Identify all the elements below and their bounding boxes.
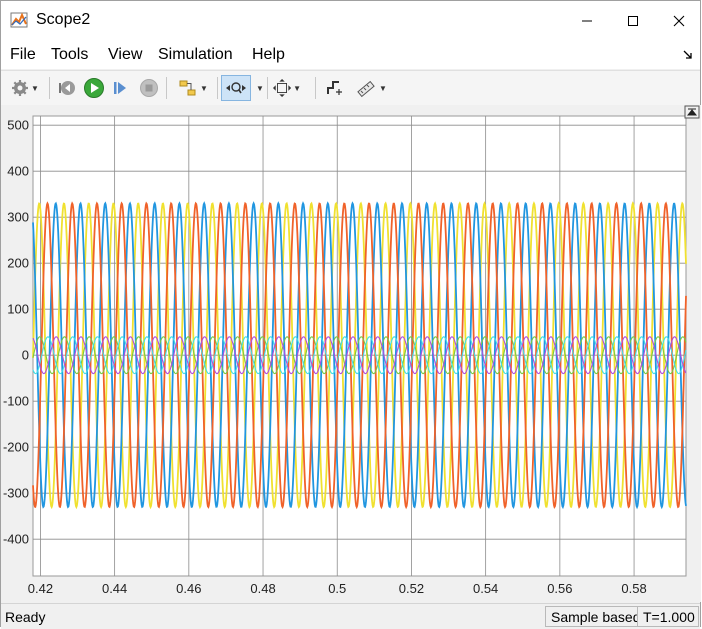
window-title: Scope2 (36, 11, 91, 28)
x-tick-label: 0.54 (473, 581, 498, 596)
y-tick-label: -100 (3, 394, 29, 409)
scope-chart[interactable]: -400-300-200-1000100200300400500 0.42 0.4… (1, 105, 701, 602)
y-tick-label: 0 (22, 348, 29, 363)
toolbar-separator (315, 77, 316, 99)
highlight-simulink-block-icon (179, 80, 196, 96)
maximize-icon (628, 16, 638, 26)
triggers-icon (357, 80, 375, 98)
toolbar-separator (217, 77, 218, 99)
status-bar: Ready Sample based T=1.000 (1, 603, 700, 629)
title-bar[interactable]: Scope2 (1, 1, 700, 41)
matlab-scope-icon (10, 12, 28, 28)
run-icon (84, 78, 104, 98)
scale-axes-icon (273, 78, 292, 98)
y-tick-label: 500 (7, 118, 29, 133)
x-tick-label: 0.46 (176, 581, 201, 596)
chevron-down-icon[interactable]: ▼ (255, 75, 265, 101)
y-tick-label: -300 (3, 486, 29, 501)
expand-axes-button[interactable] (684, 105, 700, 119)
x-tick-label: 0.5 (328, 581, 346, 596)
x-tick-labels: 0.42 0.44 0.46 0.48 0.5 0.52 0.54 0.56 0.58 (28, 581, 647, 596)
scope-window: Scope2 File Tools View Simulation Help ▼ (0, 0, 701, 629)
x-tick-label: 0.52 (399, 581, 424, 596)
y-tick-label: 300 (7, 210, 29, 225)
step-back-button[interactable] (55, 75, 79, 101)
step-forward-icon (114, 82, 126, 94)
chevron-down-icon: ▼ (379, 83, 387, 93)
settings-button[interactable]: ▼ (5, 75, 45, 101)
menu-view[interactable]: View (108, 46, 142, 64)
run-button[interactable] (82, 75, 106, 101)
zoom-x-button[interactable] (221, 75, 251, 101)
x-tick-label: 0.42 (28, 581, 53, 596)
y-tick-label: -400 (3, 532, 29, 547)
menu-tools[interactable]: Tools (51, 46, 88, 64)
status-time: T=1.000 (637, 606, 699, 627)
plot-area: -400 -300 -200 -100 0 100 200 300 400 500 0.42 0.4… (1, 105, 701, 602)
x-tick-label: 0.48 (250, 581, 275, 596)
y-tick-label: 100 (7, 302, 29, 317)
undock-arrow-icon[interactable] (682, 48, 694, 60)
maximize-button[interactable] (610, 1, 656, 41)
minimize-button[interactable] (564, 1, 610, 41)
x-tick-label: 0.56 (547, 581, 572, 596)
menu-simulation[interactable]: Simulation (158, 46, 233, 64)
cursor-measure-button[interactable] (321, 75, 347, 101)
stop-icon (140, 79, 158, 97)
zoom-x-icon (226, 82, 246, 94)
toolbar-separator (49, 77, 50, 99)
cursor-measure-icon (327, 81, 342, 95)
step-back-icon (59, 81, 75, 95)
status-ready: Ready (5, 609, 46, 625)
close-button[interactable] (656, 1, 702, 41)
scale-axes-button[interactable]: ▼ (273, 75, 301, 101)
menu-bar: File Tools View Simulation Help (1, 41, 700, 69)
y-tick-label: 200 (7, 256, 29, 271)
settings-icon (12, 80, 29, 96)
x-tick-label: 0.58 (621, 581, 646, 596)
stop-button[interactable] (137, 75, 161, 101)
toolbar: ▼ ▼ ▼ ▼ ▼ (1, 70, 700, 106)
triggers-button[interactable]: ▼ (351, 75, 391, 101)
chevron-down-icon: ▼ (200, 83, 208, 93)
step-forward-button[interactable] (109, 75, 133, 101)
menu-file[interactable]: File (10, 46, 36, 64)
status-sample-mode: Sample based (545, 606, 647, 627)
toolbar-separator (166, 77, 167, 99)
toolbar-separator (267, 77, 268, 99)
menu-help[interactable]: Help (252, 46, 285, 64)
x-tick-label: 0.44 (102, 581, 127, 596)
close-icon (673, 15, 685, 27)
y-tick-label: 400 (7, 164, 29, 179)
highlight-block-button[interactable]: ▼ (172, 75, 214, 101)
chevron-down-icon: ▼ (293, 83, 301, 93)
chevron-down-icon: ▼ (31, 83, 39, 93)
y-tick-label: -200 (3, 440, 29, 455)
y-tick-labels: -400 -300 -200 -100 0 100 200 300 400 500 (3, 118, 29, 547)
minimize-icon (582, 20, 592, 22)
